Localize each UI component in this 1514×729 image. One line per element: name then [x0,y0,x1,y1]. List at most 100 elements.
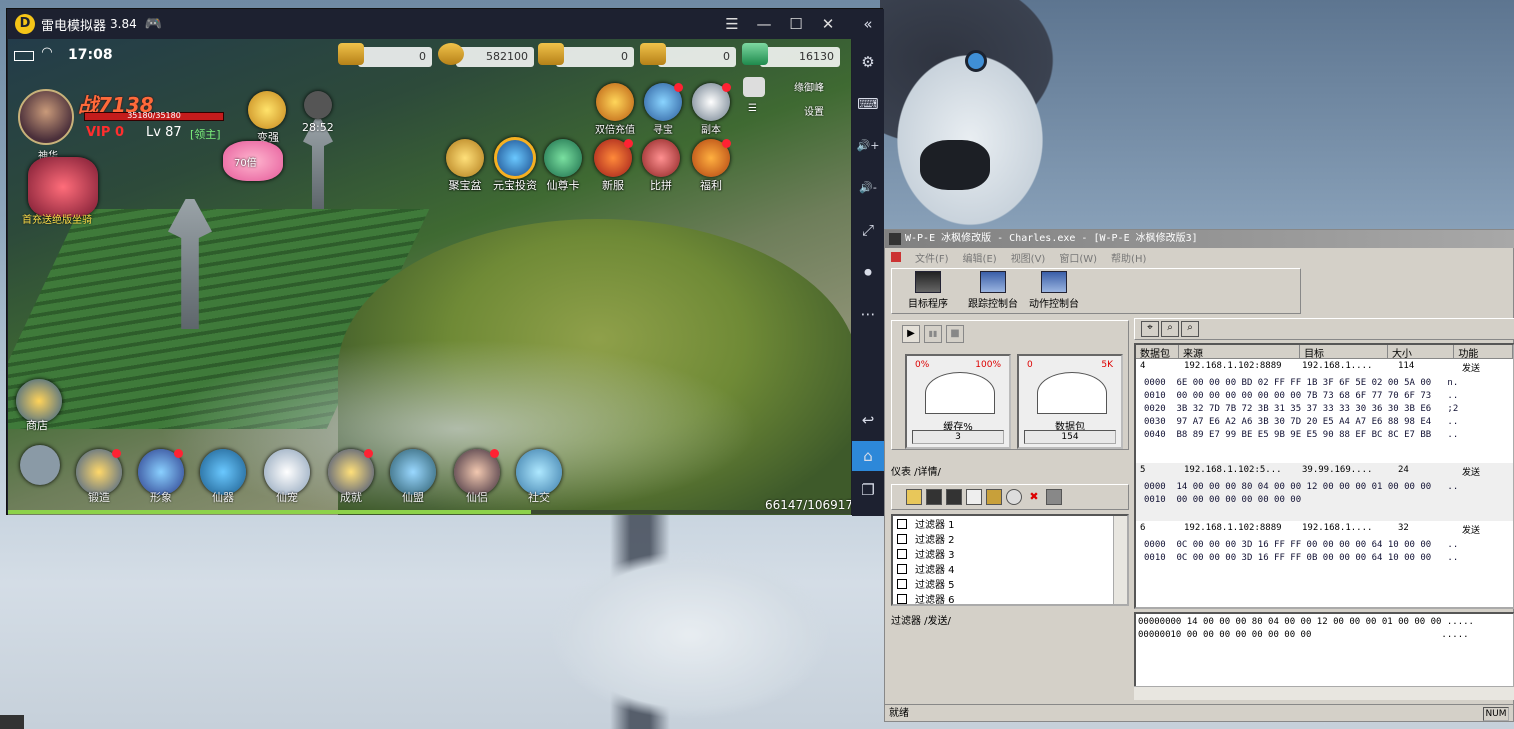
ingot-investment-icon[interactable] [494,137,536,179]
vip-level[interactable]: VIP 0 [86,125,124,140]
vip-shield-icon[interactable] [304,91,332,119]
bound-ingot-icon[interactable] [640,43,666,65]
pause-icon[interactable]: ▮▮ [924,325,942,343]
maximize-button[interactable]: ☐ [780,15,812,33]
hex-line: 0010 00 00 00 00 00 00 00 00 [1144,495,1302,505]
save-as-icon[interactable] [946,489,962,505]
settings-gear-icon[interactable]: ⚙ [852,47,884,77]
coin-icon[interactable] [438,43,464,65]
meter-max: 5K [1101,360,1113,370]
experience-bar-fill [8,510,531,514]
packet-row[interactable]: 5 192.168.1.102:5... 39.99.169.... 24 发送… [1136,463,1513,521]
column-header[interactable]: 功能 [1454,345,1513,360]
close-button[interactable]: ✕ [812,15,844,33]
meter-dial [925,372,995,414]
column-header[interactable]: 数据包 [1136,345,1180,360]
target-program-button[interactable]: 目标程序 [896,271,960,311]
stop-icon[interactable]: ■ [946,325,964,343]
filter-row[interactable]: 过滤器 2 [893,531,1127,546]
ingot-icon[interactable] [538,43,564,65]
more-icon[interactable]: ⋯ [852,299,884,329]
menu-edit[interactable]: 编辑(E) [963,250,997,265]
column-header[interactable]: 目标 [1300,345,1388,360]
filter-row[interactable]: 过滤器 5 [893,576,1127,591]
desktop-wallpaper-husky [880,0,1514,240]
hex-line: 0040 B8 89 E7 99 BE E5 9B 9E E5 90 88 EF… [1144,430,1459,440]
resource-counter: 0 [658,47,736,67]
fullscreen-icon[interactable]: ⤢ [852,215,884,245]
filter-row[interactable]: 过滤器 3 [893,546,1127,561]
filter-checkbox[interactable] [897,533,907,544]
filter-tabs[interactable]: 过滤器 /发送/ [891,612,951,627]
filter-checkbox[interactable] [897,578,907,589]
volume-down-icon[interactable]: 🔊- [852,173,884,203]
menu-view[interactable]: 视图(V) [1011,250,1046,265]
record-icon[interactable]: ⏺ [852,257,884,287]
dashboard-tabs[interactable]: 仪表 /详情/ [891,463,941,478]
filter-checkbox[interactable] [897,548,907,559]
delete-icon[interactable]: ✖ [1026,489,1042,505]
fist-icon[interactable] [248,91,286,129]
packet-summary: 5 192.168.1.102:5... 39.99.169.... 24 发送 [1136,465,1513,478]
edit-icon[interactable] [966,489,982,505]
wpe-titlebar[interactable]: W-P-E 冰枫修改版 - Charles.exe - [W-P-E 冰枫修改版… [885,230,1514,248]
trace-console-button[interactable]: 跟踪控制台 [964,271,1022,311]
meter-min: 0% [915,360,930,370]
jade-icon[interactable] [742,43,768,65]
home-icon[interactable]: ⌂ [852,441,884,471]
filter-row[interactable]: 过滤器 4 [893,561,1127,576]
filter-row[interactable]: 过滤器 1 [893,516,1127,531]
activity-label: 副本 [701,125,721,136]
resource-counter: 16130 [760,47,840,67]
title-badge: [领主] [190,128,221,141]
volume-up-icon[interactable]: 🔊+ [852,131,884,161]
pointer-icon[interactable]: ⌖ [1141,321,1159,337]
open-folder-icon[interactable] [906,489,922,505]
packet-row[interactable]: 6 192.168.1.102:8889 192.168.1.... 32 发送… [1136,521,1513,579]
vip-timer: 28:52 [302,121,334,134]
filter-checkbox[interactable] [897,563,907,574]
save-icon[interactable] [926,489,942,505]
immortal-card-icon[interactable] [544,139,582,177]
filter-row[interactable]: 过滤器 6 [893,591,1127,606]
expand-arrow-icon[interactable] [743,77,765,97]
gamepad-icon[interactable]: 🎮 [145,16,162,32]
search-next-icon[interactable]: ⌕ [1181,321,1199,337]
toggle-icon[interactable] [1006,489,1022,505]
minimize-button[interactable]: — [748,15,780,33]
column-header[interactable]: 大小 [1388,345,1455,360]
first-charge-wings-icon[interactable] [28,157,98,217]
keyboard-icon[interactable]: ⌨ [852,89,884,119]
pen-icon [1041,271,1067,293]
play-icon[interactable]: ▶ [902,325,920,343]
menu-help[interactable]: 帮助(H) [1111,250,1146,265]
menu-window[interactable]: 窗口(W) [1059,250,1097,265]
compete-icon[interactable] [642,139,680,177]
action-console-button[interactable]: 动作控制台 [1024,271,1084,311]
horizontal-scrollbar[interactable] [1134,686,1514,700]
gold-bar-icon[interactable] [338,43,364,65]
menu-file[interactable]: 文件(F) [915,250,949,265]
list-menu-icon[interactable]: ☰ [748,103,757,114]
filter-scrollbar[interactable] [1113,516,1127,604]
collapse-sidebar-icon[interactable]: « [852,9,884,39]
menu-icon[interactable]: ☰ [716,15,748,33]
filter-checkbox[interactable] [897,593,907,604]
fan-menu-icon[interactable] [20,445,60,485]
back-icon[interactable]: ↩ [852,405,884,435]
packet-row[interactable]: 4 192.168.1.102:8889 192.168.1.... 114 发… [1136,359,1513,463]
player-avatar[interactable] [18,89,74,145]
game-settings-label[interactable]: 设置 [804,103,824,118]
treasure-bowl-icon[interactable] [446,139,484,177]
emulator-titlebar[interactable]: D 雷电模拟器 3.84 🎮 ☰ — ☐ ✕ [7,9,852,39]
double-recharge-icon[interactable] [596,83,634,121]
column-header[interactable]: 来源 [1179,345,1301,360]
trash-icon[interactable] [1046,489,1062,505]
pencil-icon[interactable] [986,489,1002,505]
packet-function: 发送 [1462,468,1481,478]
recent-apps-icon[interactable]: ❐ [852,475,884,505]
game-screen[interactable]: ◠ 17:08 0 582100 0 0 16130 缘御峰 ☰ 设置 战713… [8,39,851,515]
hex-line: 0010 0C 00 00 00 3D 16 FF FF 0B 00 00 00… [1144,553,1459,563]
filter-checkbox[interactable] [897,518,907,529]
search-icon[interactable]: ⌕ [1161,321,1179,337]
